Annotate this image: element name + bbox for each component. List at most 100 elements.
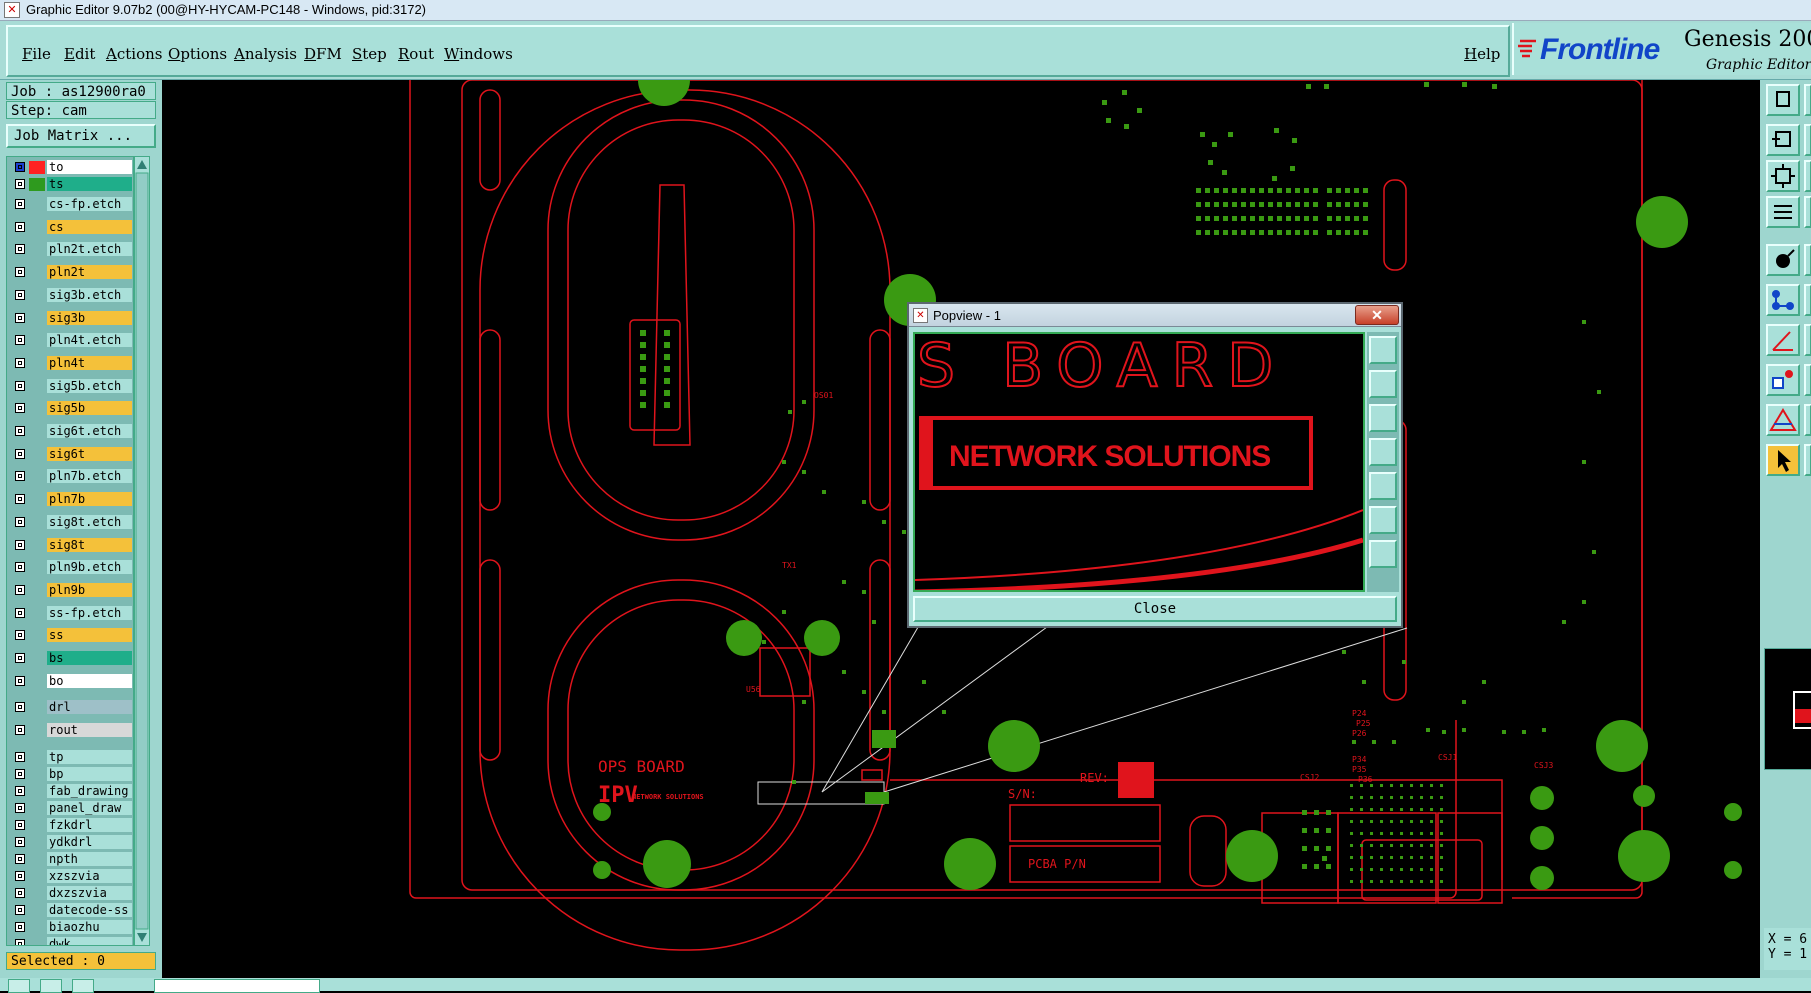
layer-row[interactable]: panel_draw	[9, 800, 133, 816]
select-pointer-icon[interactable]	[1766, 444, 1800, 476]
menu-actions[interactable]: Actions	[106, 45, 162, 63]
popview-pan-up-icon[interactable]	[1369, 370, 1397, 398]
layer-checkbox[interactable]	[15, 853, 25, 864]
layer-checkbox[interactable]	[15, 516, 25, 527]
layer-checkbox[interactable]	[15, 179, 25, 189]
layer-row[interactable]: cs	[9, 219, 133, 235]
menu-options[interactable]: Options	[168, 45, 227, 63]
layer-checkbox[interactable]	[15, 494, 25, 505]
layer-checkbox[interactable]	[15, 403, 25, 414]
snap-icon[interactable]	[1766, 244, 1800, 276]
layer-checkbox[interactable]	[15, 887, 25, 898]
layer-row[interactable]: fab_drawing	[9, 783, 133, 799]
layer-checkbox[interactable]	[15, 607, 25, 618]
layer-row[interactable]: sig3b	[9, 310, 133, 326]
layer-row[interactable]: fzkdrl	[9, 817, 133, 833]
layer-checkbox[interactable]	[15, 221, 25, 232]
layer-checkbox[interactable]	[15, 921, 25, 932]
layer-row[interactable]: sig5b.etch	[9, 378, 133, 394]
layer-row[interactable]: pln9b.etch	[9, 560, 133, 575]
layer-checkbox[interactable]	[15, 802, 25, 813]
layer-checkbox[interactable]	[15, 653, 25, 663]
popview-pan-right-icon[interactable]	[1369, 472, 1397, 500]
layer-row[interactable]: xzszvia	[9, 868, 133, 884]
menu-windows[interactable]: Windows	[444, 45, 513, 63]
layer-row[interactable]: npth	[9, 851, 133, 867]
popview-close-button[interactable]: Close	[913, 596, 1397, 622]
drc-warning-icon[interactable]	[1766, 404, 1800, 436]
zoom-in-icon[interactable]	[1766, 124, 1800, 156]
layer-checkbox[interactable]	[15, 725, 25, 736]
layer-checkbox[interactable]	[15, 630, 25, 641]
layer-row[interactable]: sig5b	[9, 401, 133, 416]
menu-step[interactable]: Step	[352, 45, 387, 63]
layer-row[interactable]: bo	[9, 673, 133, 689]
menu-dfm[interactable]: DFM	[304, 45, 342, 63]
layer-row[interactable]: biaozhu	[9, 919, 133, 935]
layer-row[interactable]: pln9b	[9, 582, 133, 598]
layer-checkbox[interactable]	[15, 312, 25, 323]
popview-zoom-icon[interactable]	[1369, 336, 1397, 364]
layer-checkbox[interactable]	[15, 836, 25, 847]
layer-row[interactable]: to	[9, 160, 133, 175]
layer-row[interactable]: ss-fp.etch	[9, 605, 133, 621]
layer-row[interactable]: dwk	[9, 936, 133, 945]
layer-row[interactable]: pln7b.etch	[9, 469, 133, 484]
layer-row[interactable]: bs	[9, 651, 133, 666]
layer-checkbox[interactable]	[15, 785, 25, 796]
layer-compare-icon[interactable]	[1766, 364, 1800, 396]
menu-edit[interactable]: Edit	[64, 45, 95, 63]
menu-file[interactable]: File	[22, 45, 51, 63]
layer-row[interactable]: ss	[9, 628, 133, 643]
zoom-home-icon[interactable]	[1766, 84, 1800, 116]
layer-checkbox[interactable]	[15, 162, 25, 172]
layer-row[interactable]: sig6t	[9, 446, 133, 462]
layer-row[interactable]: dxzszvia	[9, 885, 133, 901]
layer-row[interactable]: sig8t	[9, 537, 133, 553]
layer-checkbox[interactable]	[15, 675, 25, 686]
layer-row[interactable]: ydkdrl	[9, 834, 133, 850]
layer-checkbox[interactable]	[15, 357, 25, 368]
layer-row[interactable]: pln4t.etch	[9, 333, 133, 348]
layer-row[interactable]: pln4t	[9, 355, 133, 371]
layer-row[interactable]: drl	[9, 700, 133, 715]
layer-checkbox[interactable]	[15, 768, 25, 779]
layer-checkbox[interactable]	[15, 267, 25, 278]
layer-checkbox[interactable]	[15, 199, 25, 209]
overview-thumbnail[interactable]	[1764, 648, 1811, 770]
popview-move-icon[interactable]	[1369, 540, 1397, 568]
layer-checkbox[interactable]	[15, 289, 25, 300]
layer-checkbox[interactable]	[15, 539, 25, 550]
layer-checkbox[interactable]	[15, 335, 25, 346]
view-options-icon[interactable]	[1766, 196, 1800, 228]
layer-row[interactable]: sig3b.etch	[9, 287, 133, 303]
popview-close-x-button[interactable]: ✕	[1355, 305, 1399, 325]
measure-angle-icon[interactable]	[1766, 324, 1800, 356]
layer-checkbox[interactable]	[15, 904, 25, 915]
layer-row[interactable]: pln7b	[9, 492, 133, 507]
layer-checkbox[interactable]	[15, 448, 25, 459]
layer-row[interactable]: sig8t.etch	[9, 514, 133, 530]
layer-checkbox[interactable]	[15, 819, 25, 830]
net-icon[interactable]	[1766, 284, 1800, 316]
popview-pan-left-icon[interactable]	[1369, 438, 1397, 466]
layer-row[interactable]: ts	[9, 177, 133, 192]
layer-checkbox[interactable]	[15, 938, 25, 945]
layer-checkbox[interactable]	[15, 562, 25, 573]
layer-row[interactable]: rout	[9, 723, 133, 738]
popview-pan-down-icon[interactable]	[1369, 404, 1397, 432]
job-matrix-button[interactable]: Job Matrix ...	[6, 124, 156, 148]
layer-row[interactable]: pln2t.etch	[9, 242, 133, 257]
layer-checkbox[interactable]	[15, 870, 25, 881]
menu-analysis[interactable]: Analysis	[234, 45, 297, 63]
layer-checkbox[interactable]	[15, 471, 25, 482]
layer-row[interactable]: tp	[9, 749, 133, 765]
fit-view-icon[interactable]	[1766, 160, 1800, 192]
layer-checkbox[interactable]	[15, 584, 25, 595]
layer-row[interactable]: sig6t.etch	[9, 424, 133, 439]
layer-row[interactable]: bp	[9, 766, 133, 782]
layer-checkbox[interactable]	[15, 426, 25, 436]
popview-canvas[interactable]: S BOARD NETWORK SOLUTIONS	[913, 332, 1365, 592]
layer-checkbox[interactable]	[15, 751, 25, 762]
menu-help[interactable]: Help	[1464, 45, 1500, 63]
